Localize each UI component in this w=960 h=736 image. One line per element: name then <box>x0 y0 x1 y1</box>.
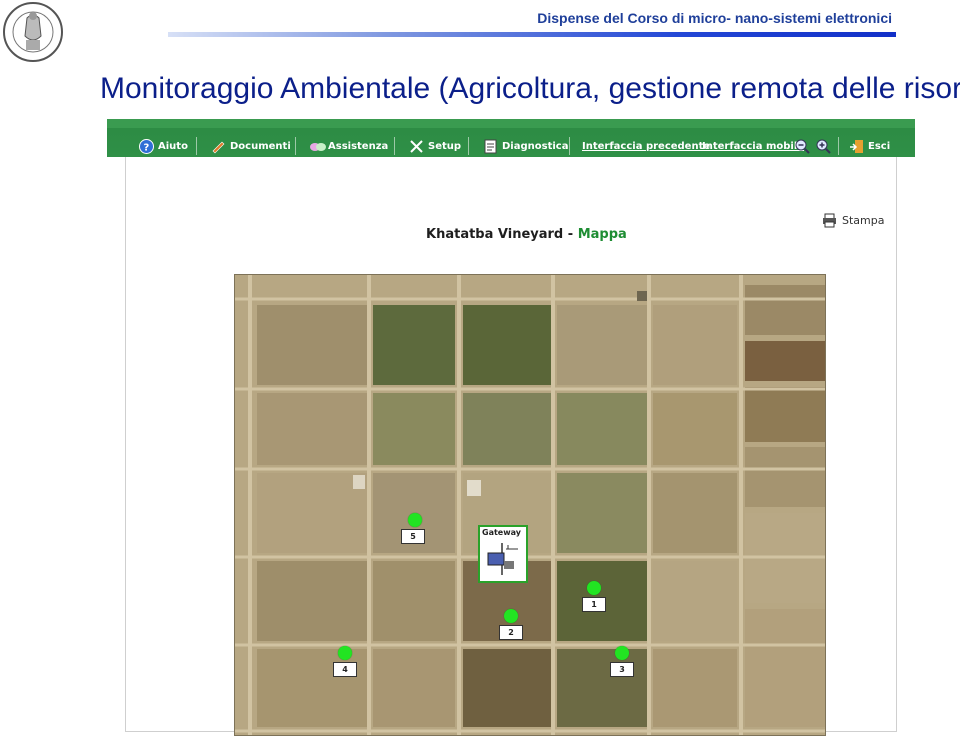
sensor-node-2[interactable] <box>504 609 518 623</box>
tools-icon <box>409 139 424 154</box>
sensor-label-4: 4 <box>333 662 357 677</box>
documents-button[interactable]: Documenti <box>211 138 291 154</box>
help-icon: ? <box>139 138 154 154</box>
zoom-out-icon <box>795 139 810 154</box>
zoom-out-button[interactable] <box>795 138 810 154</box>
app-window: ? Aiuto Documenti Assistenza Setup Diagn… <box>107 119 915 736</box>
page-heading: Khatatba Vineyard - Mappa <box>426 227 627 242</box>
sensor-node-5[interactable] <box>408 513 422 527</box>
pills-icon <box>309 139 326 154</box>
svg-text:?: ? <box>144 142 150 153</box>
main-content: Stampa Khatatba Vineyard - Mappa Gateway… <box>125 157 897 736</box>
view-name: Mappa <box>577 227 627 242</box>
university-seal-logo <box>0 0 68 64</box>
clipboard-icon <box>483 139 498 154</box>
vineyard-name: Khatatba Vineyard <box>426 227 564 242</box>
zoom-in-button[interactable] <box>816 138 831 154</box>
gateway-station-icon <box>487 543 518 575</box>
exit-door-icon <box>849 139 864 154</box>
course-title: Dispense del Corso di micro- nano-sistem… <box>537 10 892 26</box>
header-divider-bar <box>168 32 896 37</box>
pencil-icon <box>211 139 226 154</box>
sensor-node-1[interactable] <box>587 581 601 595</box>
exit-button[interactable]: Esci <box>849 138 890 154</box>
satellite-map[interactable]: Gateway 5 1 2 4 3 <box>234 274 826 736</box>
printer-icon <box>822 213 837 228</box>
diagnostics-button[interactable]: Diagnostica <box>483 138 568 154</box>
previous-interface-link[interactable]: Interfaccia precedente <box>582 138 710 154</box>
toolbar: ? Aiuto Documenti Assistenza Setup Diagn… <box>107 119 915 157</box>
sensor-label-3: 3 <box>610 662 634 677</box>
print-button[interactable]: Stampa <box>822 213 884 228</box>
help-button[interactable]: ? Aiuto <box>139 138 188 154</box>
zoom-in-icon <box>816 139 831 154</box>
sensor-node-4[interactable] <box>338 646 352 660</box>
sensor-node-3[interactable] <box>615 646 629 660</box>
sensor-label-5: 5 <box>401 529 425 544</box>
setup-button[interactable]: Setup <box>409 138 461 154</box>
assistance-button[interactable]: Assistenza <box>309 138 388 154</box>
sensor-label-2: 2 <box>499 625 523 640</box>
gateway-marker[interactable]: Gateway <box>478 525 528 583</box>
slide-title: Monitoraggio Ambientale (Agricoltura, ge… <box>100 72 960 105</box>
sensor-label-1: 1 <box>582 597 606 612</box>
mobile-interface-link[interactable]: Interfaccia mobile <box>702 138 804 154</box>
satellite-fields-image <box>235 275 825 735</box>
